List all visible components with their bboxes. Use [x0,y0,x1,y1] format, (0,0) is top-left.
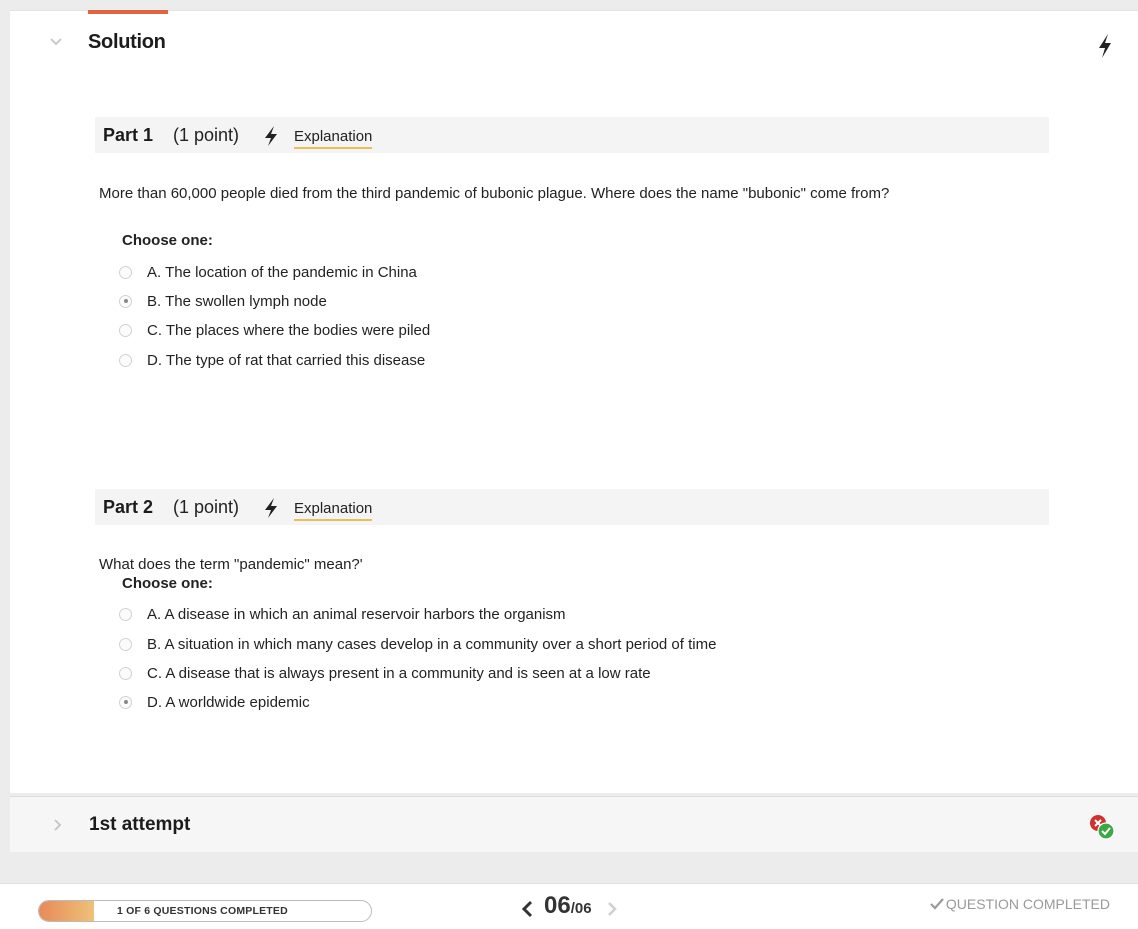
part-2-label: Part 2 [103,497,154,517]
attempt-row[interactable]: 1st attempt [10,796,1138,852]
part-1-header: Part 1 (1 point) Explanation [95,117,1049,153]
option-label: B. A situation in which many cases devel… [147,635,717,653]
solution-panel: Solution Part 1 (1 point) Explanation Mo… [10,10,1138,793]
part-1-question: More than 60,000 people died from the th… [99,185,890,202]
pager-total: /06 [570,900,592,917]
solution-title: Solution [88,31,166,53]
page: Solution Part 1 (1 point) Explanation Mo… [0,0,1138,929]
footer: 1 OF 6 QUESTIONS COMPLETED 06 /06 QUESTI… [0,883,1138,929]
part-2-option-a[interactable]: A. A disease in which an animal reservoi… [119,603,566,625]
part-1-option-a[interactable]: A. The location of the pandemic in China [119,261,417,283]
part-1-explanation-link[interactable]: Explanation [294,128,373,149]
question-completed-status: QUESTION COMPLETED [930,896,1110,912]
part-2-option-c[interactable]: C. A disease that is always present in a… [119,662,651,684]
radio-button[interactable] [119,666,132,680]
option-label: C. The places where the bodies were pile… [147,321,431,339]
radio-button[interactable] [119,265,132,279]
part-1-points: (1 point) [173,125,240,145]
radio-button[interactable] [119,637,132,651]
part-2-header: Part 2 (1 point) Explanation [95,489,1049,525]
part-1-option-d[interactable]: D. The type of rat that carried this dis… [119,349,425,371]
completed-text: QUESTION COMPLETED [945,896,1110,912]
option-label: D. A worldwide epidemic [147,693,310,711]
chevron-right-icon[interactable] [50,818,64,832]
pager-current: 06 [544,892,571,919]
option-label: A. A disease in which an animal reservoi… [147,605,566,623]
question-pager: 06 /06 [520,892,618,926]
progress-bar: 1 OF 6 QUESTIONS COMPLETED [38,900,372,922]
radio-button-selected[interactable] [119,294,132,308]
part-2-explanation-link[interactable]: Explanation [294,500,373,521]
lightning-icon [265,498,277,518]
chevron-right-icon[interactable] [606,900,618,918]
option-label: B. The swollen lymph node [147,292,327,310]
chevron-down-icon[interactable] [48,33,64,49]
part-2-option-b[interactable]: B. A situation in which many cases devel… [119,633,716,655]
progress-text: 1 OF 6 QUESTIONS COMPLETED [117,905,288,917]
radio-button[interactable] [119,607,132,621]
radio-button[interactable] [119,323,132,337]
part-2-points: (1 point) [173,497,240,517]
progress-fill [39,901,95,921]
radio-button[interactable] [119,353,132,367]
option-label: D. The type of rat that carried this dis… [147,351,426,369]
incorrect-then-correct-icon [1090,815,1115,840]
part-1-option-b[interactable]: B. The swollen lymph node [119,290,327,312]
checkmark-icon [930,898,944,910]
part-1-option-c[interactable]: C. The places where the bodies were pile… [119,319,430,341]
lightning-icon [265,126,277,146]
option-label: C. A disease that is always present in a… [147,664,651,682]
part-2-question: What does the term "pandemic" mean?' [99,556,363,573]
solution-header[interactable]: Solution [10,29,1138,59]
part-2-choose-label: Choose one: [122,575,213,592]
option-label: A. The location of the pandemic in China [147,263,417,281]
part-1-choose-label: Choose one: [122,232,213,249]
active-tab-indicator [88,10,168,14]
part-1-label: Part 1 [103,125,154,145]
radio-button-selected[interactable] [119,695,132,709]
part-2-option-d[interactable]: D. A worldwide epidemic [119,691,310,713]
attempt-title: 1st attempt [89,814,191,835]
lightning-icon[interactable] [1096,33,1114,59]
chevron-left-icon[interactable] [520,899,534,919]
